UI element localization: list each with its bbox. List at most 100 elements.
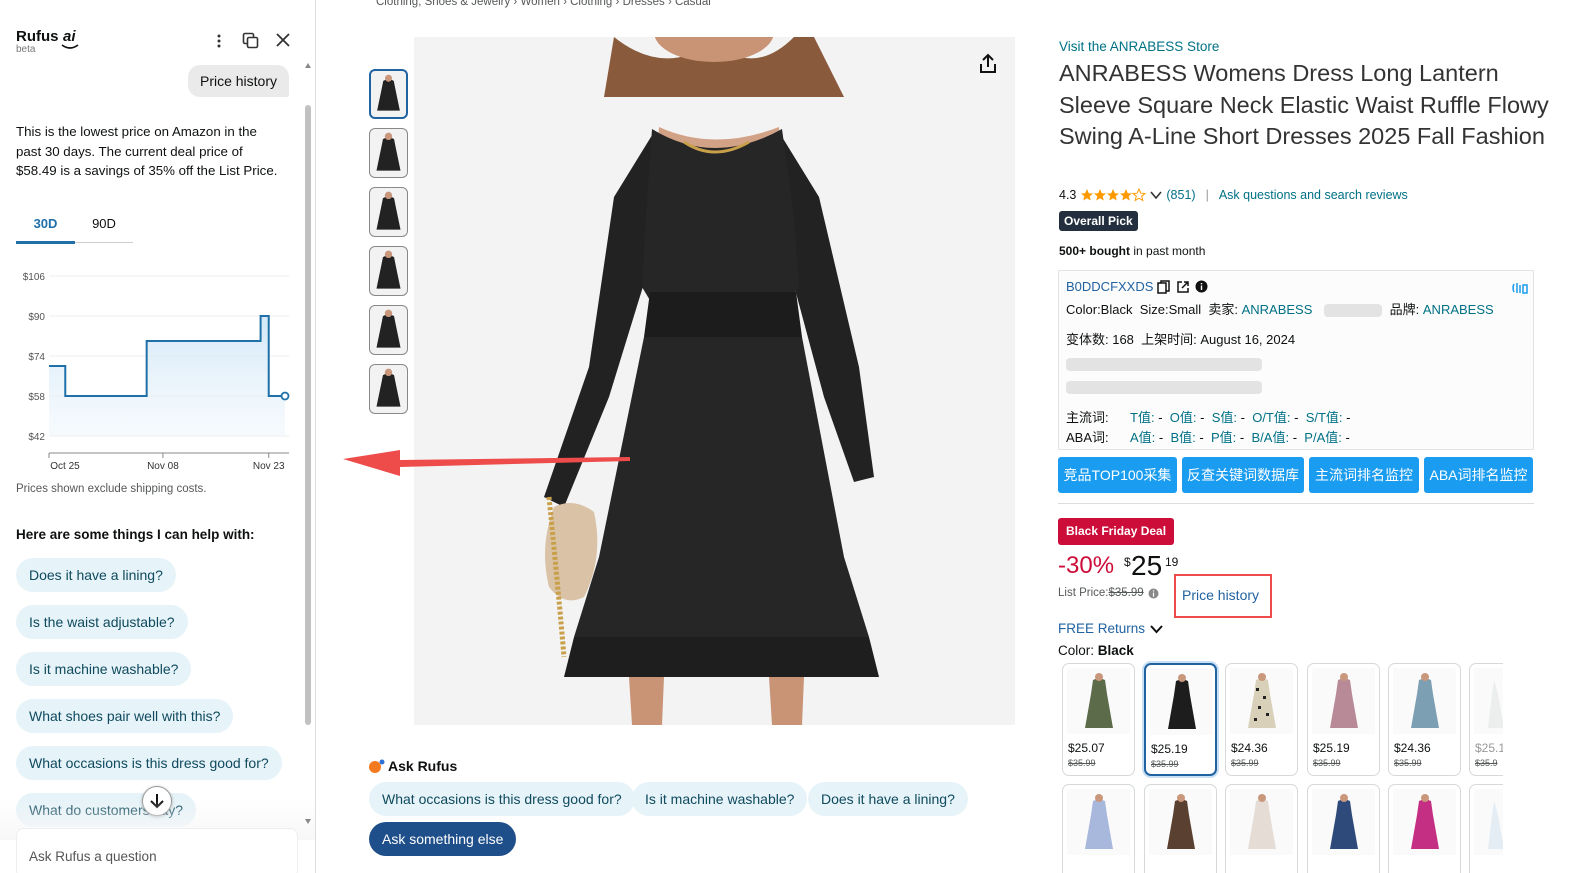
deal-badge: Black Friday Deal xyxy=(1058,518,1175,545)
tab-30d[interactable]: 30D xyxy=(16,216,75,231)
color-swatch[interactable]: $25.1 $35.9 xyxy=(1469,663,1503,776)
seller-label: 卖家: xyxy=(1208,302,1242,317)
ask-rufus-chip[interactable]: What occasions is this dress good for? xyxy=(369,782,635,816)
suggestion-chip[interactable]: Is it machine washable? xyxy=(16,652,192,686)
suggestion-chip[interactable]: Does it have a lining? xyxy=(16,558,176,592)
ask-questions-link[interactable]: Ask questions and search reviews xyxy=(1219,188,1408,202)
review-count[interactable]: (851) xyxy=(1166,188,1195,202)
scroll-down-icon[interactable] xyxy=(304,817,312,827)
ask-rufus-chip[interactable]: Is it machine washable? xyxy=(632,782,808,816)
main-product-image[interactable] xyxy=(414,37,1015,725)
chevron-down-icon[interactable] xyxy=(1150,624,1163,634)
chevron-down-icon[interactable] xyxy=(1150,190,1163,200)
info-icon[interactable] xyxy=(1148,588,1159,599)
close-icon[interactable] xyxy=(275,32,291,48)
top100-collect-button[interactable]: 竞品TOP100采集 xyxy=(1058,457,1177,493)
star-rating-icon[interactable] xyxy=(1080,188,1150,202)
share-icon[interactable] xyxy=(976,52,1000,76)
metric-value: - xyxy=(1239,430,1245,445)
metric-label: S值: xyxy=(1211,410,1237,425)
suggestion-chip[interactable]: Is the waist adjustable? xyxy=(16,605,188,639)
external-link-icon[interactable] xyxy=(1176,280,1190,294)
color-swatch[interactable] xyxy=(1469,784,1503,873)
plugin-logo-icon[interactable] xyxy=(1511,279,1529,297)
smile-icon xyxy=(61,44,79,49)
thumbnail[interactable] xyxy=(369,246,408,296)
asin-value[interactable]: B0DDCFXXDS xyxy=(1066,279,1153,294)
scrollbar-thumb[interactable] xyxy=(305,105,311,725)
more-options-icon[interactable] xyxy=(212,33,226,49)
thumbnail[interactable] xyxy=(369,187,408,237)
thumbnail[interactable] xyxy=(369,69,408,119)
annotation-arrow xyxy=(343,450,630,476)
color-swatch[interactable] xyxy=(1144,784,1217,873)
info-icon[interactable] xyxy=(1195,280,1208,293)
metric-value: - xyxy=(1158,410,1163,425)
ask-rufus-chip[interactable]: Does it have a lining? xyxy=(808,782,968,816)
color-swatch[interactable]: $24.36 $35.99 xyxy=(1388,663,1461,776)
plugin-panel: B0DDCFXXDS Color:Black Size:Small 卖家: AN… xyxy=(1058,270,1534,450)
store-link[interactable]: Visit the ANRABESS Store xyxy=(1059,39,1219,54)
metric-value: - xyxy=(1240,410,1245,425)
listing-date: 上架时间: August 16, 2024 xyxy=(1141,332,1296,347)
listing-info-row: 变体数: 168 上架时间: August 16, 2024 xyxy=(1066,329,1295,348)
chart-x-tick-label: Nov 08 xyxy=(147,461,179,472)
ask-something-else-button[interactable]: Ask something else xyxy=(369,822,517,856)
seller-link[interactable]: ANRABESS xyxy=(1242,302,1313,317)
color-swatch[interactable] xyxy=(1225,784,1298,873)
color-swatch[interactable]: $24.36 $35.99 xyxy=(1225,663,1298,776)
swatch-list-price: $35.99 xyxy=(1394,758,1422,768)
thumbnail[interactable] xyxy=(369,305,408,355)
variant-info-row: Color:Black Size:Small 卖家: ANRABESS 品牌: … xyxy=(1066,299,1494,318)
chart-y-tick-label: $90 xyxy=(28,312,45,323)
panel-scrollbar[interactable] xyxy=(304,60,312,830)
metric-label: O值: xyxy=(1169,410,1197,425)
suggestion-chip[interactable]: What shoes pair well with this? xyxy=(16,699,234,733)
suggestion-chip[interactable]: What occasions is this dress good for? xyxy=(16,746,282,780)
product-title: ANRABESS Womens Dress Long Lantern Sleev… xyxy=(1059,60,1549,149)
thumbnail[interactable] xyxy=(369,364,408,414)
chart-y-tick-label: $106 xyxy=(23,272,46,283)
metric-value: - xyxy=(1294,410,1299,425)
help-title: Here are some things I can help with: xyxy=(16,527,255,542)
swatch-list-price: $35.99 xyxy=(1313,758,1341,768)
chart-y-tick-label: $58 xyxy=(28,392,45,403)
thumbnail[interactable] xyxy=(369,128,408,178)
scroll-up-icon[interactable] xyxy=(304,60,312,70)
price-history-link[interactable]: Price history xyxy=(1182,587,1259,603)
breadcrumb-item[interactable]: Dresses xyxy=(623,0,665,8)
metric-label: S/T值: xyxy=(1305,410,1343,425)
rufus-panel: Rufus ai beta Price history This is the … xyxy=(0,0,316,873)
color-swatch[interactable]: $25.19 $35.99 xyxy=(1307,663,1380,776)
metric-value: - xyxy=(1200,410,1205,425)
breadcrumb-item[interactable]: Casual xyxy=(675,0,711,8)
aba-monitor-button[interactable]: ABA词排名监控 xyxy=(1424,457,1533,493)
copy-icon[interactable] xyxy=(1157,279,1171,294)
dock-icon[interactable] xyxy=(242,32,259,49)
metric-label: B值: xyxy=(1170,430,1196,445)
price-currency: $ xyxy=(1124,555,1131,569)
free-returns[interactable]: FREE Returns xyxy=(1058,621,1163,636)
breadcrumb-item[interactable]: Women xyxy=(520,0,559,8)
color-swatch[interactable] xyxy=(1062,784,1135,873)
swatch-price: $25.19 xyxy=(1151,742,1188,756)
color-swatch-selected[interactable]: $25.19 $35.99 xyxy=(1144,663,1217,776)
question-input[interactable]: Ask Rufus a question xyxy=(16,828,298,873)
tab-90d[interactable]: 90D xyxy=(78,216,130,231)
keyword-db-button[interactable]: 反查关键词数据库 xyxy=(1182,457,1304,493)
free-returns-link[interactable]: FREE Returns xyxy=(1058,621,1145,636)
rating-value: 4.3 xyxy=(1059,188,1077,202)
breadcrumb-item[interactable]: Clothing, Shoes & Jewelry xyxy=(376,0,510,8)
color-swatch[interactable] xyxy=(1388,784,1461,873)
color-swatch[interactable] xyxy=(1307,784,1380,873)
price-whole: 25 xyxy=(1131,550,1163,581)
swatch-list-price: $35.9 xyxy=(1475,758,1498,768)
breadcrumb-item[interactable]: Clothing xyxy=(570,0,612,8)
swatch-list-price: $35.99 xyxy=(1151,759,1179,769)
divider xyxy=(1058,503,1534,504)
rank-monitor-button[interactable]: 主流词排名监控 xyxy=(1309,457,1419,493)
variant-count: 变体数: 168 xyxy=(1066,332,1134,347)
color-swatch[interactable]: $25.07 $35.99 xyxy=(1062,663,1135,776)
chart-y-tick-label: $74 xyxy=(28,352,45,363)
brand-link[interactable]: ANRABESS xyxy=(1423,302,1494,317)
